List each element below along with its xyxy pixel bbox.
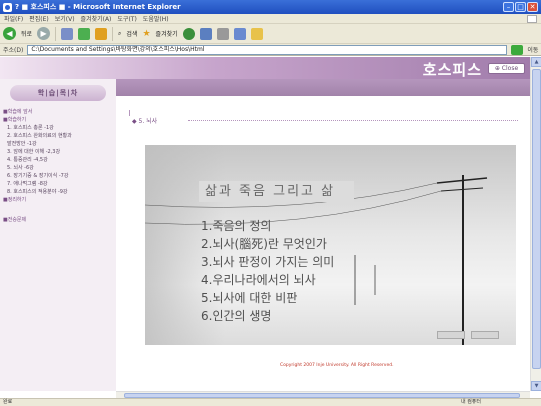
- menu-favorites[interactable]: 즐겨찾기(A): [81, 14, 112, 23]
- search-button-label[interactable]: 검색: [126, 29, 137, 38]
- slide-topic: 5.뇌사에 대한 비판: [201, 291, 298, 305]
- sidebar-category[interactable]: ■전승문제: [3, 216, 113, 224]
- favorites-button-label[interactable]: 즐겨찾기: [156, 29, 178, 38]
- sidebar: 학|습|목|차 ■학습에 앞서 ■학습하기 1. 호스피스 총론 -1강 2. 호스피…: [0, 79, 116, 391]
- edit-icon[interactable]: [233, 27, 246, 40]
- security-zone: 내 컴퓨터: [461, 399, 481, 405]
- slide-topic: 3.뇌사 판정이 가지는 의미: [201, 255, 335, 269]
- home-icon[interactable]: [95, 27, 108, 40]
- back-button-label[interactable]: 뒤로: [21, 29, 32, 38]
- folder-icon[interactable]: [250, 27, 263, 40]
- toolbar-separator: [112, 26, 114, 41]
- sidebar-category[interactable]: ■정리하기: [3, 196, 113, 204]
- slide-prev-button[interactable]: [437, 331, 465, 339]
- content-header-bar: [116, 79, 530, 96]
- address-input[interactable]: C:\Documents and Settings\바탕화면\강의\호스피스\H…: [27, 44, 508, 55]
- window-title: ? ■ 호스피스 ■ - Microsoft Internet Explorer: [15, 3, 181, 11]
- sidebar-category[interactable]: ■학습에 앞서: [3, 108, 113, 116]
- section-title: ◆ 5. 뇌사: [128, 110, 158, 125]
- vertical-scrollbar[interactable]: ▲ ▼: [530, 57, 541, 391]
- go-button[interactable]: 이동: [527, 45, 538, 54]
- windows-logo-icon: [527, 15, 537, 23]
- toolbar: ◀ 뒤로 ▶ ⌕ 검색 ★ 즐겨찾기: [0, 24, 541, 44]
- sidebar-category[interactable]: ■학습하기: [3, 116, 113, 124]
- search-icon[interactable]: ⌕: [118, 30, 121, 38]
- status-text: 완료: [3, 399, 13, 405]
- slide-topic: 2.뇌사(腦死)란 무엇인가: [201, 237, 327, 251]
- status-bar: 완료 내 컴퓨터: [0, 398, 541, 406]
- go-arrow-icon[interactable]: [511, 44, 524, 55]
- back-arrow-icon[interactable]: ◀: [3, 27, 16, 40]
- site-brand: 호스피스: [422, 61, 482, 79]
- page-close-button[interactable]: ⊕ Close: [488, 63, 525, 74]
- address-bar: 주소(D) C:\Documents and Settings\바탕화면\강의\…: [0, 44, 541, 56]
- sidebar-item[interactable]: 2. 호스피스 완화의료의 현황과: [3, 132, 113, 140]
- sidebar-item[interactable]: 3. 암에 대한 이해 -2,3강: [3, 148, 113, 156]
- sidebar-item[interactable]: 6. 장기기증 & 장기이식 -7강: [3, 172, 113, 180]
- lecture-slide: 삶과 죽음 그리고 삶 1.죽음의 정의 2.뇌사(腦死)란 무엇인가 3.뇌사…: [145, 145, 516, 345]
- sidebar-item[interactable]: 7. 애나먹그램 -8강: [3, 180, 113, 188]
- favorites-star-icon[interactable]: ★: [142, 29, 150, 39]
- copyright-text: Copyright 2007 Inje University. All Righ…: [280, 363, 394, 368]
- stop-icon[interactable]: [61, 27, 74, 40]
- slide-topic: 6.인간의 생명: [201, 309, 272, 323]
- refresh-icon[interactable]: [78, 27, 91, 40]
- sidebar-item[interactable]: 발전방안 -1강: [3, 140, 113, 148]
- forward-arrow-icon[interactable]: ▶: [37, 27, 51, 40]
- scroll-thumb[interactable]: [532, 69, 541, 369]
- menu-edit[interactable]: 편집(E): [29, 14, 49, 23]
- print-icon[interactable]: [216, 27, 229, 40]
- title-bar: ? ■ 호스피스 ■ - Microsoft Internet Explorer…: [0, 0, 541, 14]
- horizontal-scrollbar[interactable]: [116, 391, 530, 398]
- slide-topic: 4.우리나라에서의 뇌사: [201, 273, 316, 287]
- scroll-down-icon[interactable]: ▼: [531, 381, 541, 391]
- sidebar-menu: ■학습에 앞서 ■학습하기 1. 호스피스 총론 -1강 2. 호스피스 완화의료의 …: [3, 108, 113, 224]
- sidebar-item[interactable]: 4. 통증관리 -4,5강: [3, 156, 113, 164]
- web-page: 호스피스 ⊕ Close 학|습|목|차 ■학습에 앞서 ■학습하기 1. 호스피스…: [0, 57, 530, 391]
- slide-title: 삶과 죽음 그리고 삶: [199, 181, 354, 202]
- address-label: 주소(D): [3, 47, 24, 54]
- main-content: ◆ 5. 뇌사 삶과 죽음 그리고 삶 1.죽음의 정의 2.뇌사(腦死)란 무…: [116, 96, 530, 391]
- menu-view[interactable]: 보기(V): [55, 14, 75, 23]
- sidebar-heading: 학|습|목|차: [10, 85, 106, 101]
- mail-icon[interactable]: [199, 27, 212, 40]
- menu-file[interactable]: 파일(F): [4, 14, 23, 23]
- ie-icon: [3, 2, 12, 12]
- close-window-button[interactable]: ✕: [527, 2, 538, 12]
- maximize-button[interactable]: □: [515, 2, 526, 12]
- menu-tools[interactable]: 도구(T): [117, 14, 136, 23]
- header-banner: 호스피스 ⊕ Close: [0, 57, 530, 79]
- slide-next-button[interactable]: [471, 331, 499, 339]
- scroll-up-icon[interactable]: ▲: [531, 57, 541, 67]
- sidebar-item[interactable]: 5. 뇌사 -6강: [3, 164, 113, 172]
- window-controls: – □ ✕: [503, 2, 538, 12]
- slide-topic: 1.죽음의 정의: [201, 219, 272, 233]
- sidebar-item[interactable]: 8. 호스피스의 적용분야 -9강: [3, 188, 113, 196]
- slide-topic-list: 1.죽음의 정의 2.뇌사(腦死)란 무엇인가 3.뇌사 판정이 가지는 의미 …: [201, 217, 334, 325]
- minimize-button[interactable]: –: [503, 2, 514, 12]
- history-icon[interactable]: [182, 27, 195, 40]
- toolbar-separator: [55, 26, 57, 41]
- menu-help[interactable]: 도움말(H): [143, 14, 169, 23]
- menu-bar: 파일(F) 편집(E) 보기(V) 즐겨찾기(A) 도구(T) 도움말(H): [0, 14, 541, 24]
- section-divider: [188, 120, 518, 121]
- sidebar-item[interactable]: 1. 호스피스 총론 -1강: [3, 124, 113, 132]
